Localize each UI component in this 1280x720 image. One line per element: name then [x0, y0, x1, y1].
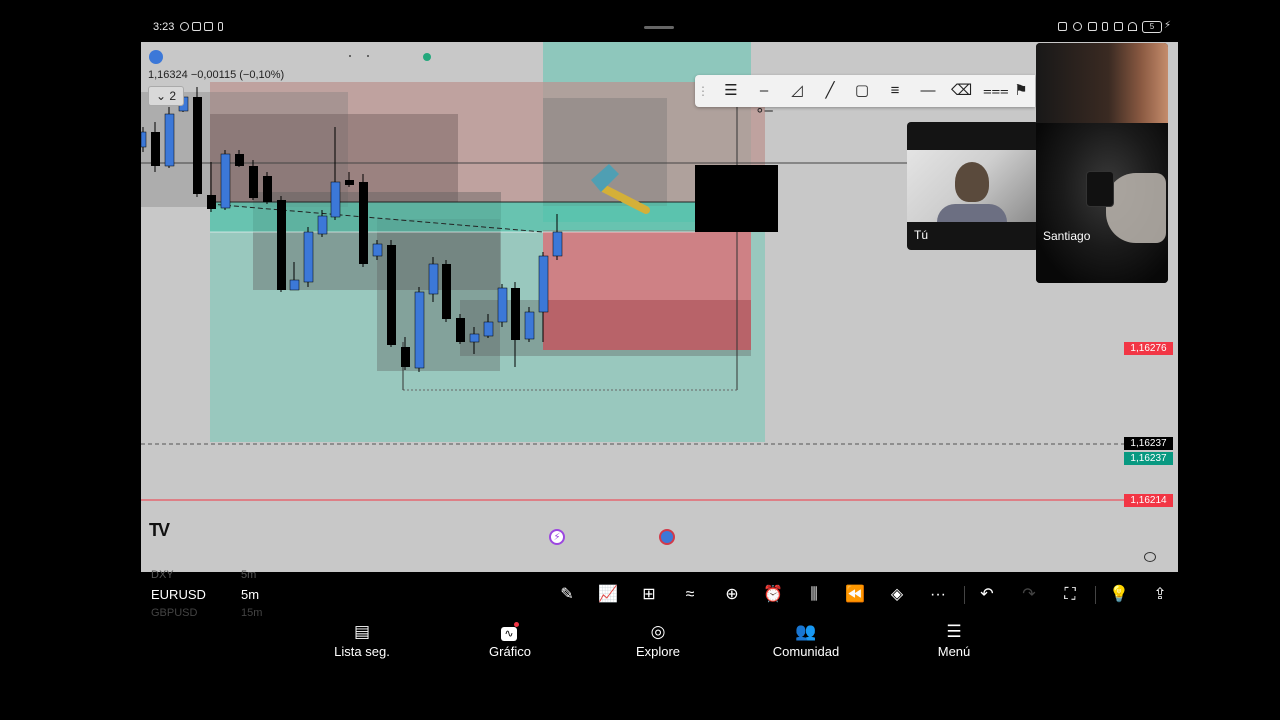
price-label: 1,16276	[1124, 342, 1173, 355]
layers-icon[interactable]: ◈	[885, 584, 909, 606]
watchlist-prev-timeframe: 5m	[241, 569, 257, 581]
eraser-icon[interactable]: ⌫	[951, 81, 972, 101]
horizontal-ray-icon[interactable]: –∘–	[754, 81, 774, 119]
drag-handle[interactable]	[644, 26, 674, 29]
nav-item-explore[interactable]: ◎ Explore	[598, 622, 718, 659]
battery-saver-icon	[218, 22, 223, 31]
flag-icon[interactable]: ⚑	[1011, 81, 1031, 101]
tradingview-logo: TV	[149, 520, 170, 540]
lock-icon	[1088, 22, 1097, 31]
status-bar: 3:23 5 ⚡	[0, 0, 1280, 42]
nfc-icon	[1058, 22, 1067, 31]
lightning-icon[interactable]: ⚡	[549, 529, 565, 545]
bottom-toolbar: DXY 5m EURUSD 5m GBPUSD 15m ✎ 📈 ⊞ ≈ ⊕ ⏰ …	[141, 569, 1178, 619]
add-icon[interactable]: ⊕	[720, 584, 744, 606]
candles-icon[interactable]: ⫼	[802, 584, 826, 606]
status-dot	[423, 53, 431, 61]
compare-icon[interactable]: ≈	[678, 584, 702, 606]
camera-feed	[1036, 43, 1168, 123]
menu-icon: ☰	[946, 622, 962, 641]
trend-line-icon[interactable]: ╱	[820, 81, 840, 101]
alert-icon[interactable]: ⏰	[761, 584, 785, 606]
eye-icon	[1073, 22, 1082, 31]
nav-item-community[interactable]: 👥 Comunidad	[746, 622, 866, 659]
watchlist-prev-symbol[interactable]: DXY	[151, 569, 174, 581]
mail-icon	[204, 22, 213, 31]
nav-item-watchlist[interactable]: ▤ Lista seg.	[302, 622, 422, 659]
timeframe-selector[interactable]: 5m	[241, 587, 259, 602]
pitchfork-icon[interactable]: ⩶	[983, 81, 1009, 101]
price-label: 1,16214	[1124, 494, 1173, 507]
bottom-nav: ▤ Lista seg. ∿ Gráfico ◎ Explore 👥 Comun…	[141, 618, 1178, 668]
drag-handle-icon[interactable]: ⋮	[697, 81, 709, 101]
bluetooth-icon	[1102, 22, 1108, 31]
templates-icon[interactable]: ⊞	[637, 584, 661, 606]
battery-icon: 5	[1142, 21, 1162, 33]
status-time: 3:23	[153, 21, 175, 33]
fib-levels-icon[interactable]: ☰	[721, 81, 741, 101]
collapse-indicators-button[interactable]: ⌄ 2	[148, 86, 184, 106]
symbol-logo-icon[interactable]	[149, 50, 163, 64]
video-tile-remote[interactable]: Santiago	[1036, 43, 1168, 283]
gallery-icon	[192, 22, 201, 31]
horizontal-line-icon[interactable]: —	[918, 81, 938, 101]
chart-icon: ∿	[450, 622, 570, 644]
fullscreen-icon[interactable]: ⛶	[1058, 584, 1082, 606]
redo-icon[interactable]: ↷	[1017, 584, 1041, 606]
mute-icon	[1114, 22, 1123, 31]
community-icon: 👥	[795, 622, 817, 641]
triangle-icon[interactable]: ◿	[787, 81, 807, 101]
compass-icon: ◎	[650, 622, 666, 641]
participant-name: Tú	[914, 228, 929, 242]
nav-item-chart[interactable]: ∿ Gráfico	[450, 622, 570, 659]
wifi-icon	[1128, 22, 1137, 31]
price-label: 1,16237	[1124, 452, 1173, 465]
short-position-zone	[543, 300, 751, 350]
drawing-toolbar: ⋮ ☰ –∘– ◿ ╱ ▢ ≡ — ⌫ ⩶ ⚑	[695, 75, 1035, 119]
ohlc-readout: 1,16324 −0,00115 (−0,10%)	[148, 69, 285, 81]
chevron-down-icon: ⌄	[155, 89, 167, 103]
replay-icon[interactable]: ⏪	[843, 584, 867, 606]
collapse-count: 2	[169, 89, 177, 103]
nav-label: Comunidad	[772, 644, 840, 659]
participant-name: Santiago	[1043, 229, 1091, 243]
more-icon[interactable]: ···	[926, 584, 950, 606]
economic-event-icon[interactable]	[659, 529, 675, 545]
undo-icon[interactable]: ↶	[975, 584, 999, 606]
nav-item-menu[interactable]: ☰ Menú	[894, 622, 1014, 659]
idea-icon[interactable]: 💡	[1107, 584, 1131, 606]
watchlist-icon: ▤	[353, 622, 371, 641]
share-icon[interactable]: ⇪	[1148, 584, 1172, 606]
nav-label: Menú	[937, 644, 971, 659]
settings-icon[interactable]	[1144, 552, 1156, 562]
charging-icon: ⚡	[1164, 20, 1172, 31]
nav-label: Explore	[635, 644, 681, 659]
parallel-lines-icon[interactable]: ≡	[885, 81, 905, 101]
nav-label: Gráfico	[489, 644, 531, 659]
video-tile-self[interactable]: Tú	[907, 122, 1039, 250]
symbol-selector[interactable]: EURUSD	[151, 587, 206, 602]
sync-icon	[180, 22, 189, 31]
pencil-icon[interactable]: ✎	[555, 584, 579, 606]
black-block	[695, 165, 778, 232]
indicators-icon[interactable]: 📈	[596, 584, 620, 606]
nav-label: Lista seg.	[334, 644, 390, 659]
price-label: 1,16237	[1124, 437, 1173, 450]
rectangle-icon[interactable]: ▢	[852, 81, 872, 101]
